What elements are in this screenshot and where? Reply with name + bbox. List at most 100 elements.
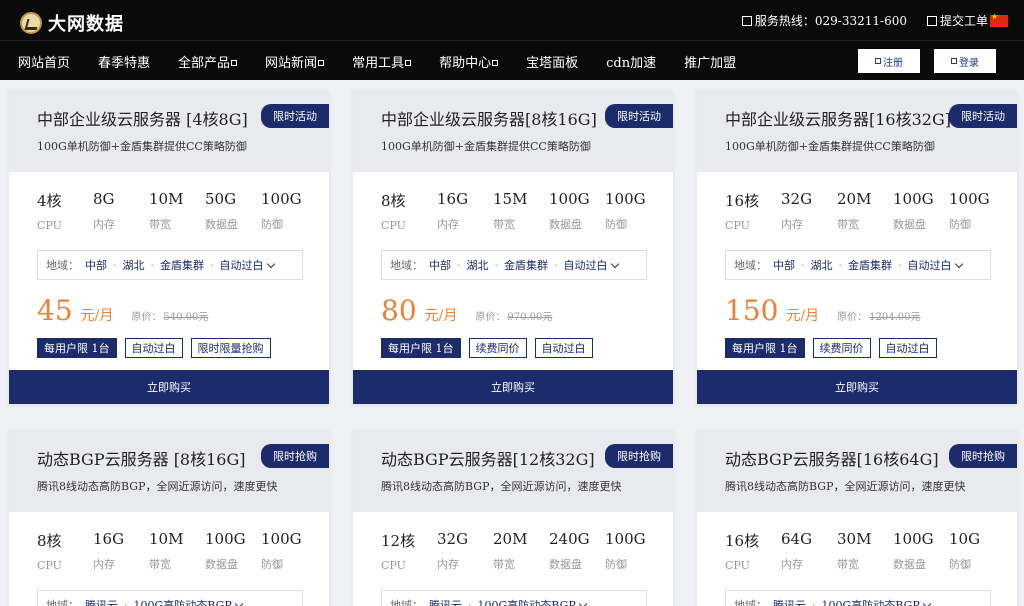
ticket-icon [926,15,937,26]
feature-tags: 每用户限 1台 续费同价 自动过白 [725,338,945,358]
region-select[interactable]: 地域： 中部 · 湖北 · 金盾集群 · 自动过白 [381,250,647,280]
feature-tags: 每用户限 1台 自动过白 限时限量抢购 [37,338,279,358]
region-select[interactable]: 地域： 腾讯云 · 100G高防动态BGP [381,590,647,606]
spec-value: 100G [893,530,934,548]
spec-label: 防御 [605,558,627,571]
card-description: 腾讯8线动态高防BGP，全网近源访问，速度更快 [37,480,278,493]
spec-label: CPU [725,219,750,232]
spec-label: CPU [381,219,406,232]
region-option: 腾讯云 [429,599,462,606]
feature-tag: 每用户限 1台 [381,338,461,358]
login-icon [951,58,957,64]
nav-tools[interactable]: 常用工具 [352,52,412,71]
spec-label: 防御 [605,218,627,231]
product-card: 动态BGP云服务器 [8核16G] 腾讯8线动态高防BGP，全网近源访问，速度更快… [9,430,329,606]
price-unit: 元/月 [424,308,458,324]
spec-item: 4核 CPU [37,190,93,232]
chevron-down-icon [922,599,932,606]
price-unit: 元/月 [786,308,820,324]
spec-label: 带宽 [149,218,171,231]
feature-tags: 每用户限 1台 续费同价 自动过白 [381,338,601,358]
spec-value: 10M [149,530,184,548]
spec-value: 20M [493,530,528,548]
spec-value: 100G [605,530,646,548]
region-label: 地域： [734,599,767,606]
spec-value: 10M [149,190,184,208]
region-option: 自动过白 [563,259,608,272]
china-flag-icon[interactable] [990,12,1008,27]
original-price: 原价： 540.00元 [131,312,209,323]
separator-dot: · [801,258,805,272]
chevron-down-icon [954,259,963,268]
spec-item: 16G 内存 [93,530,149,572]
hotline-text[interactable]: 服务热线：029-33211-600 [755,12,907,29]
site-logo[interactable]: 大网数据 [20,10,124,36]
price-block: 45 元/月 原价： 540.00元 [37,294,208,327]
region-option: 中部 [85,259,107,272]
top-bar: 大网数据 服务热线：029-33211-600 提交工单 [0,0,1024,40]
spec-value: 240G [549,530,590,548]
nav-all-products[interactable]: 全部产品 [178,52,238,71]
buy-now-button[interactable]: 立即购买 [697,370,1017,404]
promo-badge: 限时活动 [949,104,1017,128]
product-card: 动态BGP云服务器[16核64G] 腾讯8线动态高防BGP，全网近源访问，速度更快… [697,430,1017,606]
region-select[interactable]: 地域： 腾讯云 · 100G高防动态BGP [725,590,991,606]
feature-tag: 续费同价 [468,338,527,358]
nav-help[interactable]: 帮助中心 [439,52,499,71]
promo-badge: 限时抢购 [949,444,1017,468]
price-block: 80 元/月 原价： 970.00元 [381,294,552,327]
buy-now-button[interactable]: 立即购买 [353,370,673,404]
submit-ticket-link[interactable]: 提交工单 [940,12,988,29]
top-right-links: 服务热线：029-33211-600 提交工单 [741,12,1008,29]
feature-tag: 自动过白 [878,338,937,358]
spec-item: 16G 内存 [437,190,493,232]
nav-bt-panel[interactable]: 宝塔面板 [526,52,578,71]
region-option: 自动过白 [219,259,264,272]
feature-tag: 限时限量抢购 [190,338,271,358]
spec-item: 100G 数据盘 [893,530,949,572]
spec-label: 防御 [261,558,283,571]
spec-label: 防御 [949,218,971,231]
region-select[interactable]: 地域： 中部 · 湖北 · 金盾集群 · 自动过白 [725,250,991,280]
spec-value: 16G [93,530,125,548]
spec-value: 10G [949,530,981,548]
spec-item: 12核 CPU [381,530,437,572]
region-option: 腾讯云 [85,599,118,606]
spec-list: 8核 CPU 16G 内存 15M 带宽 100G 数据盘 100G 防御 [381,190,661,232]
card-description: 100G单机防御+金盾集群提供CC策略防御 [725,140,935,153]
spec-item: 32G 内存 [437,530,493,572]
product-card: 中部企业级云服务器[16核32G] 100G单机防御+金盾集群提供CC策略防御 限时… [697,90,1017,404]
spec-value: 32G [437,530,469,548]
nav-home[interactable]: 网站首页 [18,52,70,71]
spec-label: 带宽 [493,218,515,231]
nav-affiliate[interactable]: 推广加盟 [684,52,736,71]
region-option: 自动过白 [907,259,952,272]
register-button[interactable]: 注册 [858,49,920,73]
spec-item: 100G 防御 [605,530,661,572]
chevron-down-icon [234,599,244,606]
spec-label: 数据盘 [549,558,582,571]
region-option: 100G高防动态BGP [133,599,232,606]
card-header: 动态BGP云服务器[12核32G] 腾讯8线动态高防BGP，全网近源访问，速度更快… [353,430,673,512]
spec-label: 带宽 [493,558,515,571]
login-button[interactable]: 登录 [934,49,996,73]
nav-news[interactable]: 网站新闻 [265,52,325,71]
spec-item: 100G 数据盘 [549,190,605,232]
spec-label: 数据盘 [893,218,926,231]
feature-tag: 自动过白 [124,338,183,358]
nav-spring-sale[interactable]: 春季特惠 [98,52,150,71]
spec-list: 16核 CPU 32G 内存 20M 带宽 100G 数据盘 100G 防御 [725,190,1005,232]
separator-dot: · [554,258,558,272]
region-option: 湖北 [122,259,145,272]
separator-dot: · [494,258,499,272]
spec-label: 内存 [93,218,115,231]
promo-badge: 限时活动 [605,104,673,128]
region-option: 金盾集群 [504,259,548,272]
separator-dot: · [150,258,155,272]
spec-item: 100G 数据盘 [893,190,949,232]
nav-cdn[interactable]: cdn加速 [606,52,656,71]
region-select[interactable]: 地域： 中部 · 湖北 · 金盾集群 · 自动过白 [37,250,303,280]
region-select[interactable]: 地域： 腾讯云 · 100G高防动态BGP [37,590,303,606]
buy-now-button[interactable]: 立即购买 [9,370,329,404]
spec-value: 4核 [37,192,62,210]
